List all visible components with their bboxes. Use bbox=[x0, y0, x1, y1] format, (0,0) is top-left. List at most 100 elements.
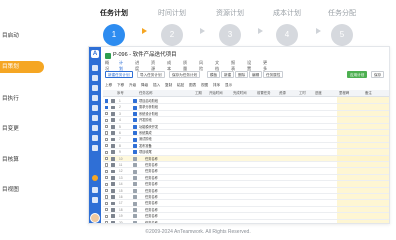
side-nav-item-view[interactable]: 目视图 bbox=[0, 184, 46, 196]
notification-icon[interactable] bbox=[92, 175, 98, 181]
checkbox[interactable] bbox=[105, 137, 109, 141]
expand-icon[interactable] bbox=[133, 137, 137, 142]
checkbox[interactable] bbox=[105, 214, 109, 218]
view-button[interactable]: 视图 bbox=[201, 82, 208, 89]
checkbox-checked[interactable] bbox=[105, 99, 109, 103]
demote-button[interactable]: 降级 bbox=[141, 82, 148, 89]
checkbox[interactable] bbox=[105, 176, 109, 180]
checkbox[interactable] bbox=[105, 182, 109, 186]
new-task-plan-button[interactable]: 新建任务计划 bbox=[105, 71, 133, 78]
side-nav-item-accounting[interactable]: 目核算 bbox=[0, 154, 46, 166]
step-resource-plan[interactable]: 资源计划 3 bbox=[200, 8, 260, 46]
template-button[interactable]: 模板 bbox=[207, 71, 221, 78]
promote-button[interactable]: 升级 bbox=[129, 82, 136, 89]
task-icon[interactable] bbox=[92, 85, 98, 91]
step-task-assign[interactable]: 任务分配 5 bbox=[312, 8, 372, 46]
side-nav-label: 目启动 bbox=[2, 33, 19, 39]
side-nav-item-change[interactable]: 目变更 bbox=[0, 123, 46, 135]
task-name[interactable]: 任务名称 bbox=[145, 220, 158, 223]
avatar[interactable] bbox=[90, 213, 100, 223]
expand-icon[interactable] bbox=[133, 201, 137, 206]
expand-icon[interactable] bbox=[133, 105, 137, 110]
side-nav-item-plan[interactable]: 目策划 bbox=[0, 61, 44, 73]
column-header[interactable]: 任务名称 bbox=[139, 90, 153, 97]
expand-icon[interactable] bbox=[133, 99, 137, 104]
checkbox[interactable] bbox=[105, 144, 109, 148]
move-down-button[interactable]: 下移 bbox=[117, 82, 124, 89]
expand-icon[interactable] bbox=[133, 124, 137, 129]
settings-icon[interactable] bbox=[92, 197, 98, 203]
checkbox[interactable] bbox=[105, 150, 109, 154]
checkbox[interactable] bbox=[105, 201, 109, 205]
import-task-plan-button[interactable]: 导入任务计划 bbox=[137, 71, 165, 78]
save-as-plan-button[interactable]: 保存为任务计划 bbox=[169, 71, 201, 78]
users-icon[interactable] bbox=[92, 135, 98, 141]
apply-plan-button[interactable]: 应用计划 bbox=[347, 71, 368, 78]
step-task-plan[interactable]: 任务计划 1 bbox=[84, 8, 144, 46]
checkbox[interactable] bbox=[105, 220, 109, 223]
expand-icon[interactable] bbox=[133, 156, 137, 161]
expand-icon[interactable] bbox=[133, 169, 137, 174]
checkbox[interactable] bbox=[105, 118, 109, 122]
display-button[interactable]: 显示 bbox=[225, 82, 232, 89]
expand-icon[interactable] bbox=[133, 214, 137, 219]
search-icon[interactable] bbox=[92, 187, 98, 193]
paste-button[interactable]: 粘贴 bbox=[177, 82, 184, 89]
column-header[interactable]: 里程碑 bbox=[339, 90, 349, 97]
table-row[interactable]: 20 任务名称 bbox=[103, 220, 389, 223]
save-button[interactable]: 保存 bbox=[371, 71, 385, 78]
side-nav-item-start[interactable]: 目启动 bbox=[0, 30, 46, 42]
sort-button[interactable]: 排序 bbox=[213, 82, 220, 89]
checkbox[interactable] bbox=[105, 131, 109, 135]
insert-button[interactable]: 插入 bbox=[153, 82, 160, 89]
delete-button[interactable]: 删除 bbox=[235, 71, 249, 78]
step-time-plan[interactable]: 时间计划 2 bbox=[142, 8, 202, 46]
expand-icon[interactable] bbox=[133, 150, 137, 155]
expand-icon[interactable] bbox=[133, 111, 137, 116]
expand-icon[interactable] bbox=[133, 175, 137, 180]
checkbox[interactable] bbox=[105, 169, 109, 173]
expand-icon[interactable] bbox=[133, 207, 137, 212]
project-icon[interactable] bbox=[92, 75, 98, 81]
home-icon[interactable] bbox=[92, 65, 98, 71]
folder-icon[interactable] bbox=[92, 145, 98, 151]
checkbox[interactable] bbox=[105, 208, 109, 212]
checkbox[interactable] bbox=[105, 188, 109, 193]
checkbox[interactable] bbox=[105, 195, 109, 199]
task-property-button[interactable]: 任务属性 bbox=[263, 71, 284, 78]
calendar-icon[interactable] bbox=[92, 95, 98, 101]
column-header[interactable]: 工时 bbox=[299, 90, 306, 97]
move-up-button[interactable]: 上移 bbox=[105, 82, 112, 89]
column-header[interactable]: 完成时间 bbox=[233, 90, 247, 97]
step-cost-plan[interactable]: 成本计划 4 bbox=[257, 8, 317, 46]
expand-icon[interactable] bbox=[133, 188, 137, 193]
expand-icon[interactable] bbox=[133, 163, 137, 168]
column-header[interactable]: 前置任务 bbox=[257, 90, 271, 97]
column-header[interactable]: 备注 bbox=[365, 90, 372, 97]
column-header[interactable]: 开始时间 bbox=[209, 90, 223, 97]
chart-icon[interactable] bbox=[92, 115, 98, 121]
checkbox[interactable] bbox=[105, 163, 109, 167]
column-header[interactable]: 工期 bbox=[195, 90, 202, 97]
column-header[interactable]: 资源 bbox=[279, 90, 286, 97]
expand-icon[interactable] bbox=[133, 195, 137, 200]
checkbox-checked[interactable] bbox=[105, 105, 109, 109]
column-header[interactable]: 序号 bbox=[117, 90, 124, 97]
document-icon[interactable] bbox=[92, 105, 98, 111]
expand-icon[interactable] bbox=[133, 118, 137, 123]
column-header[interactable]: 进度 bbox=[315, 90, 322, 97]
copy-button[interactable]: 复制 bbox=[165, 82, 172, 89]
new-button[interactable]: 新建 bbox=[221, 71, 235, 78]
checkbox[interactable] bbox=[105, 156, 109, 161]
checkbox[interactable] bbox=[105, 112, 109, 116]
expand-icon[interactable] bbox=[133, 131, 137, 136]
report-icon[interactable] bbox=[92, 125, 98, 131]
side-nav-item-execute[interactable]: 目执行 bbox=[0, 93, 46, 105]
document-icon bbox=[111, 182, 115, 187]
checkbox[interactable] bbox=[105, 124, 109, 129]
expand-icon[interactable] bbox=[133, 143, 137, 148]
edit-button[interactable]: 编辑 bbox=[249, 71, 263, 78]
chart-button[interactable]: 图表 bbox=[189, 82, 196, 89]
expand-icon[interactable] bbox=[133, 182, 137, 187]
expand-icon[interactable] bbox=[133, 220, 137, 223]
